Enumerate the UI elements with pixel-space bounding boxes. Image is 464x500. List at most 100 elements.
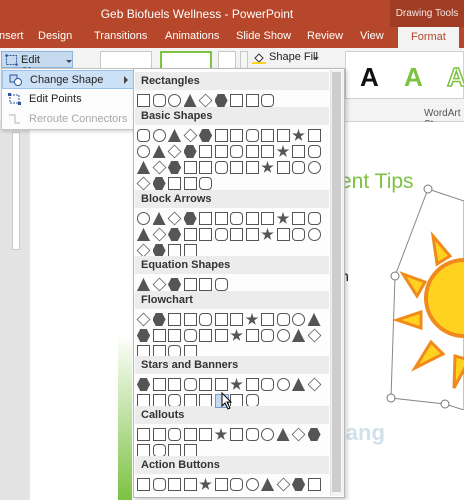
shape-option[interactable] (168, 228, 181, 241)
shape-option[interactable] (152, 145, 166, 158)
shape-option[interactable] (245, 94, 259, 107)
resize-handle[interactable] (386, 393, 396, 403)
tab-view[interactable]: View (360, 30, 384, 42)
thumbnails-scrollbar[interactable] (12, 132, 20, 250)
shape-option[interactable] (137, 212, 150, 225)
shape-option[interactable] (183, 128, 197, 143)
shape-option[interactable] (307, 212, 321, 225)
shape-option[interactable] (152, 94, 166, 107)
wordart-style-outline[interactable]: A (446, 61, 464, 93)
shape-option[interactable] (307, 328, 321, 343)
shape-option[interactable] (137, 278, 150, 291)
shape-option[interactable] (137, 94, 150, 107)
shape-option[interactable] (261, 212, 274, 225)
shape-option[interactable] (276, 212, 290, 224)
shape-option[interactable] (276, 161, 290, 174)
shape-option[interactable] (168, 313, 181, 326)
shape-option[interactable] (230, 478, 243, 491)
shape-option[interactable] (261, 228, 274, 240)
shape-option[interactable] (307, 145, 321, 158)
sun-shape[interactable] (355, 178, 464, 410)
shape-option[interactable] (214, 94, 228, 107)
shape-option[interactable] (261, 428, 274, 441)
shape-option[interactable] (276, 228, 290, 241)
shape-option[interactable] (183, 278, 197, 291)
shape-option[interactable] (152, 428, 166, 441)
shape-option[interactable] (230, 145, 243, 158)
shape-option[interactable] (307, 377, 321, 392)
shape-option[interactable] (199, 478, 212, 490)
shape-option[interactable] (214, 329, 228, 342)
tab-animations[interactable]: Animations (165, 30, 219, 42)
shape-option[interactable] (214, 212, 228, 225)
shape-option[interactable] (261, 161, 274, 173)
shape-option[interactable] (230, 228, 243, 241)
shape-option[interactable] (152, 277, 166, 292)
shape-option[interactable] (168, 278, 181, 291)
shape-option[interactable] (183, 228, 197, 241)
shape-option[interactable] (261, 129, 274, 142)
shape-option[interactable] (276, 329, 290, 342)
shape-option[interactable] (291, 427, 306, 442)
shape-option[interactable] (245, 478, 259, 491)
shape-option[interactable] (199, 145, 212, 158)
resize-handle[interactable] (390, 271, 400, 281)
shape-option[interactable] (214, 145, 228, 158)
shape-option[interactable] (183, 212, 197, 225)
wordart-style-green[interactable]: A (404, 62, 423, 93)
tab-transitions[interactable]: Transitions (94, 30, 147, 42)
shape-option[interactable] (230, 129, 243, 142)
shape-option[interactable] (152, 329, 166, 342)
resize-handle[interactable] (440, 399, 450, 409)
shape-option[interactable] (230, 313, 243, 326)
reroute-connectors-menu-item[interactable]: Reroute Connectors (2, 110, 135, 129)
shape-option[interactable] (245, 313, 259, 325)
shape-option[interactable] (136, 312, 151, 327)
shape-option[interactable] (168, 428, 181, 441)
shape-option[interactable] (183, 313, 197, 326)
shape-option[interactable] (292, 145, 305, 158)
shape-option[interactable] (245, 329, 259, 342)
shape-option[interactable] (152, 313, 166, 326)
shape-option[interactable] (230, 94, 243, 107)
shape-option[interactable] (261, 478, 274, 491)
wordart-style-black[interactable]: A (360, 62, 379, 93)
shape-option[interactable] (183, 428, 197, 441)
tab-insert[interactable]: nsert (0, 30, 23, 42)
shape-option[interactable] (261, 313, 274, 326)
shape-option[interactable] (152, 227, 166, 242)
tab-slide-show[interactable]: Slide Show (236, 30, 291, 42)
shape-option[interactable] (230, 378, 243, 390)
resize-handle[interactable] (423, 184, 433, 194)
shape-option[interactable] (152, 478, 166, 491)
edit-points-menu-item[interactable]: Edit Points (2, 90, 135, 109)
shape-option[interactable] (183, 478, 197, 491)
shape-option[interactable] (292, 161, 305, 174)
shape-option[interactable] (245, 145, 259, 158)
shape-option[interactable] (276, 313, 290, 326)
shape-option[interactable] (168, 177, 181, 190)
shape-option[interactable] (168, 161, 181, 174)
shape-option[interactable] (152, 129, 166, 142)
shape-option[interactable] (276, 145, 290, 157)
shape-option[interactable] (307, 313, 321, 326)
shape-option[interactable] (307, 228, 321, 241)
tab-design[interactable]: Design (38, 30, 72, 42)
shape-option[interactable] (214, 428, 228, 440)
shape-option[interactable] (199, 278, 212, 291)
shape-option[interactable] (230, 329, 243, 341)
shape-option[interactable] (245, 161, 259, 174)
shape-option[interactable] (167, 211, 182, 226)
shape-option[interactable] (152, 177, 166, 190)
shape-option[interactable] (183, 145, 197, 158)
shape-option[interactable] (183, 378, 197, 391)
shape-option[interactable] (137, 428, 150, 441)
shape-option[interactable] (307, 478, 321, 491)
gallery-scroll-thumb[interactable] (332, 72, 341, 492)
shape-option[interactable] (199, 212, 212, 225)
shape-option[interactable] (167, 144, 182, 159)
shape-option[interactable] (307, 428, 321, 441)
shape-option[interactable] (261, 94, 274, 107)
edit-shape-button[interactable]: Edit Shape (1, 51, 73, 78)
shape-option[interactable] (245, 378, 259, 391)
